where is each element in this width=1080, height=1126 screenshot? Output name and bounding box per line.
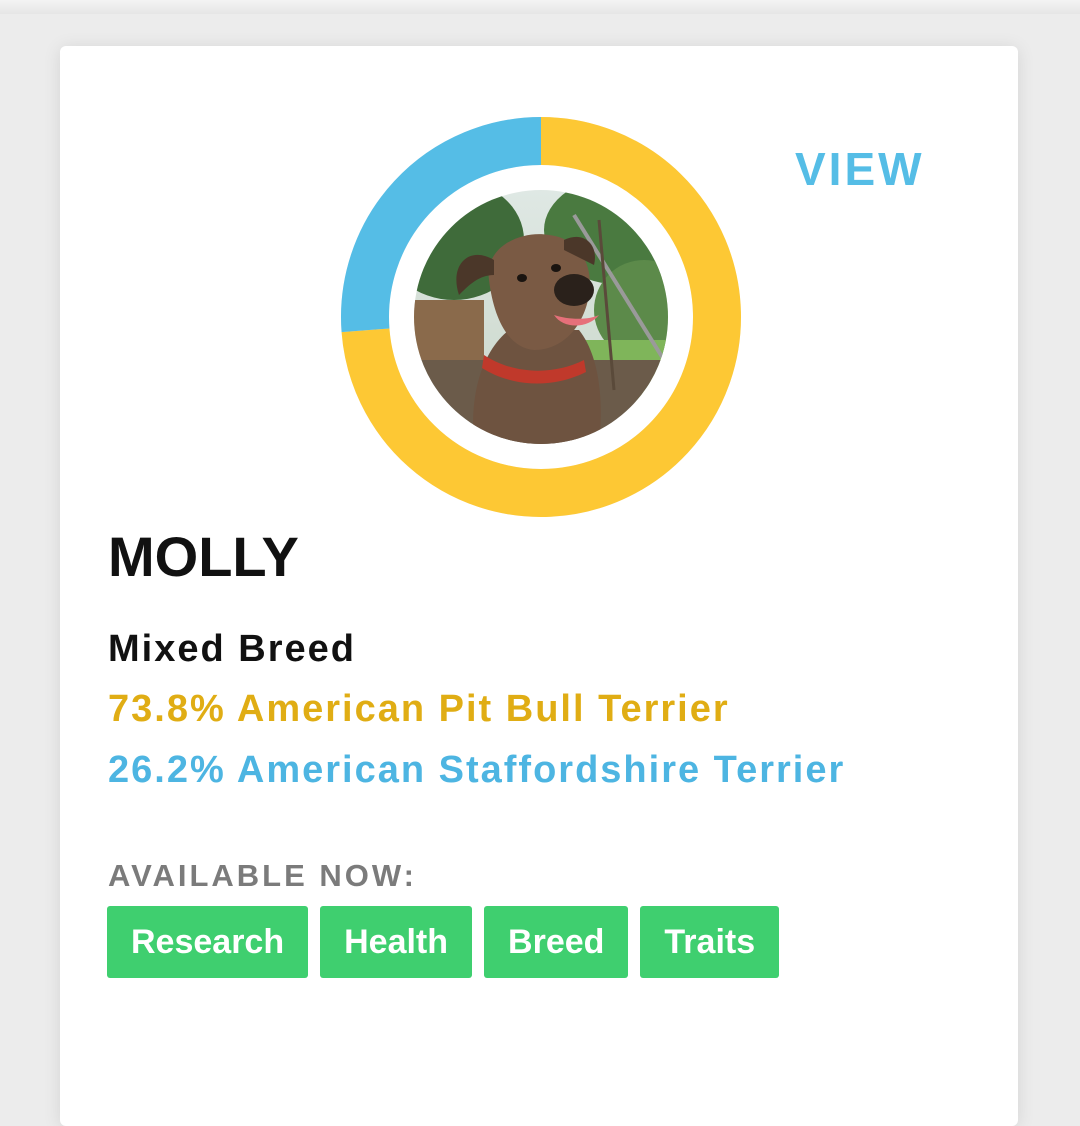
breed-line-staffordshire: 26.2% American Staffordshire Terrier [108,749,846,791]
breed-line-pit-bull: 73.8% American Pit Bull Terrier [108,688,730,730]
tag-breed[interactable]: Breed [484,906,629,978]
tag-health[interactable]: Health [320,906,473,978]
available-tags: Research Health Breed Traits [107,906,780,978]
available-now-label: AVAILABLE NOW: [108,858,417,893]
tag-research[interactable]: Research [107,906,309,978]
view-link[interactable]: VIEW [795,142,925,196]
dog-name: MOLLY [108,525,299,588]
breed-type: Mixed Breed [108,628,356,670]
tag-traits[interactable]: Traits [640,906,780,978]
previous-card-edge [0,0,1080,14]
dog-photo [414,190,668,444]
dog-avatar[interactable] [411,187,671,447]
